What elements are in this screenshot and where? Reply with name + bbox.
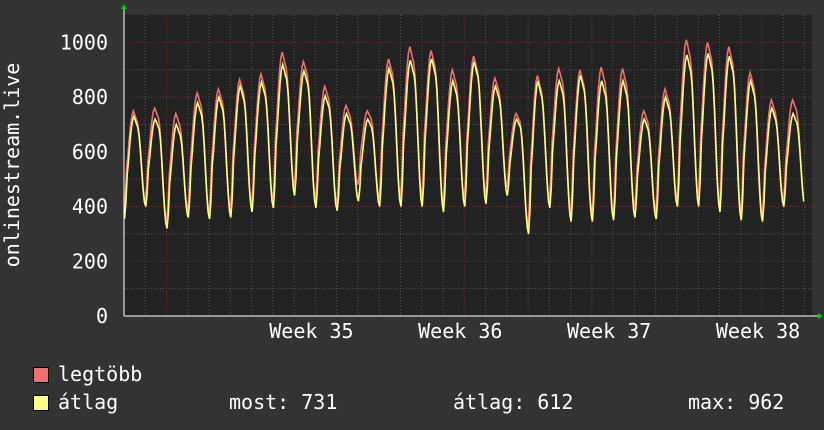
legend-item-atlag: átlag	[30, 390, 230, 414]
stat-max: max: 962	[688, 390, 785, 414]
x-axis-arrow	[818, 313, 823, 319]
y-tick-label: 0	[96, 304, 108, 328]
y-tick-label: 1000	[60, 30, 108, 54]
x-tick-label: Week 37	[567, 319, 651, 343]
legend-label-atlag: átlag	[58, 390, 119, 414]
stat-atlag: átlag: 612	[453, 390, 574, 414]
y-axis-label: onlinestream.live	[0, 63, 24, 268]
y-tick-label: 200	[72, 249, 108, 273]
legend-label-legtobb: legtöbb	[58, 362, 143, 386]
legend-item-legtobb: legtöbb	[30, 362, 230, 386]
y-axis-arrow	[121, 4, 127, 9]
y-tick-label: 400	[72, 195, 108, 219]
line-chart: 0 200 400 600 800 1000 Week 35 Week 36 Week 37 We…	[0, 4, 823, 343]
y-tick-label: 600	[72, 140, 108, 164]
y-tick-label: 800	[72, 85, 108, 109]
legend-swatch-atlag	[33, 395, 49, 411]
stat-most: most: 731	[229, 390, 338, 414]
x-tick-label: Week 36	[418, 319, 502, 343]
x-tick-label: Week 38	[716, 319, 800, 343]
x-tick-label: Week 35	[269, 319, 353, 343]
legend-swatch-legtobb	[33, 367, 49, 383]
